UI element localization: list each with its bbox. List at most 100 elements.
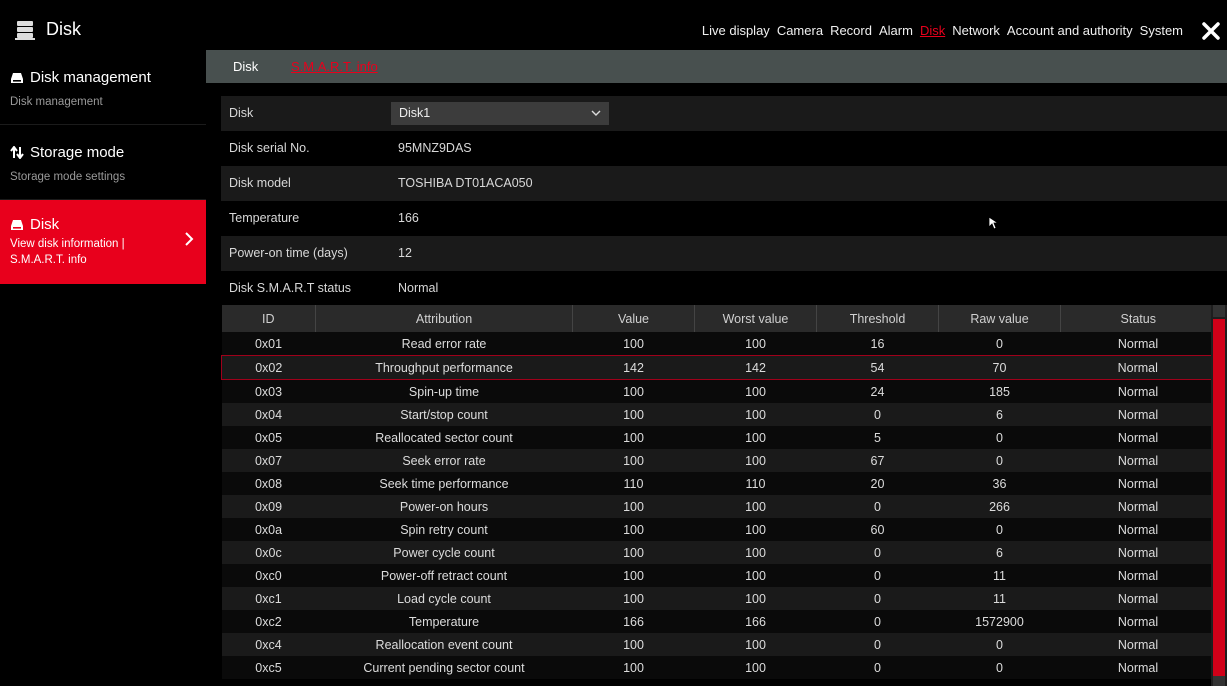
tab-smart-info[interactable]: S.M.A.R.T. info — [291, 59, 378, 74]
table-row[interactable]: 0x04 Start/stop count 100 100 0 6 Normal — [221, 403, 1215, 426]
table-cell: 0xc4 — [221, 633, 316, 656]
smart-table: ID Attribution Value Worst value Thresho… — [221, 305, 1215, 679]
smart-status-value: Normal — [398, 281, 439, 295]
table-cell: 100 — [694, 495, 817, 518]
scroll-up-arrow-icon[interactable] — [1213, 305, 1225, 317]
table-cell: 0x07 — [221, 449, 316, 472]
table-cell: Load cycle count — [315, 587, 573, 610]
column-header[interactable]: Worst value — [694, 305, 817, 332]
column-header[interactable]: ID — [221, 305, 316, 332]
table-cell: 100 — [572, 656, 695, 679]
table-header-row: ID Attribution Value Worst value Thresho… — [221, 305, 1215, 332]
nav-system[interactable]: System — [1140, 23, 1183, 38]
smart-table-container: ID Attribution Value Worst value Thresho… — [221, 305, 1215, 686]
column-header[interactable]: Attribution — [315, 305, 573, 332]
table-cell: Normal — [1060, 518, 1215, 541]
table-cell: Normal — [1060, 610, 1215, 633]
table-cell: Reallocation event count — [315, 633, 573, 656]
table-row[interactable]: 0x0a Spin retry count 100 100 60 0 Normal — [221, 518, 1215, 541]
table-cell: 0 — [938, 518, 1061, 541]
table-cell: 266 — [938, 495, 1061, 518]
table-cell: Normal — [1060, 587, 1215, 610]
sidebar-item-sublabel: View disk information | S.M.A.R.T. info — [10, 238, 125, 266]
table-cell: Normal — [1060, 426, 1215, 449]
table-cell: 0x04 — [221, 403, 316, 426]
table-cell: 142 — [572, 355, 695, 380]
table-row[interactable]: 0x07 Seek error rate 100 100 67 0 Normal — [221, 449, 1215, 472]
table-row[interactable]: 0xc0 Power-off retract count 100 100 0 11 Norm… — [221, 564, 1215, 587]
table-cell: 100 — [572, 426, 695, 449]
table-cell: Reallocated sector count — [315, 426, 573, 449]
table-row[interactable]: 0x01 Read error rate 100 100 16 0 Normal — [221, 332, 1215, 356]
disk-select[interactable]: Disk1 — [391, 102, 609, 125]
tab-disk[interactable]: Disk — [233, 59, 258, 74]
table-cell: Seek error rate — [315, 449, 573, 472]
temperature-label: Temperature — [229, 211, 300, 225]
info-row-disk: Disk Disk1 — [221, 96, 1227, 131]
table-cell: Normal — [1060, 403, 1215, 426]
sidebar-item-label: Storage mode — [30, 144, 125, 161]
table-cell: 0 — [938, 449, 1061, 472]
info-row-power-on: Power-on time (days) 12 — [221, 236, 1227, 271]
nav-live-display[interactable]: Live display — [702, 23, 770, 38]
smart-status-label: Disk S.M.A.R.T status — [229, 281, 352, 295]
nav-camera[interactable]: Camera — [777, 23, 823, 38]
table-cell: 5 — [816, 426, 939, 449]
model-label: Disk model — [229, 176, 291, 190]
table-cell: 0x09 — [221, 495, 316, 518]
table-cell: 1572900 — [938, 610, 1061, 633]
sidebar-item-storage-mode[interactable]: Storage mode Storage mode settings — [0, 125, 206, 200]
table-cell: Temperature — [315, 610, 573, 633]
table-row[interactable]: 0x0c Power cycle count 100 100 0 6 Normal — [221, 541, 1215, 564]
table-cell: 0 — [816, 564, 939, 587]
column-header[interactable]: Status — [1060, 305, 1215, 332]
table-row[interactable]: 0x03 Spin-up time 100 100 24 185 Normal — [221, 379, 1215, 403]
table-cell: 100 — [694, 426, 817, 449]
table-row[interactable]: 0x08 Seek time performance 110 110 20 36 Norma… — [221, 472, 1215, 495]
table-cell: 100 — [694, 564, 817, 587]
table-cell: Seek time performance — [315, 472, 573, 495]
sidebar-item-label: Disk management — [30, 69, 151, 86]
table-row[interactable]: 0x02 Throughput performance 142 142 54 70 Norm… — [221, 355, 1215, 380]
table-cell: 100 — [694, 449, 817, 472]
nav-alarm[interactable]: Alarm — [879, 23, 913, 38]
nav-account-authority[interactable]: Account and authority — [1007, 23, 1133, 38]
column-header[interactable]: Threshold — [816, 305, 939, 332]
table-body: 0x01 Read error rate 100 100 16 0 Normal 0x02 Th… — [221, 332, 1215, 679]
scroll-thumb[interactable] — [1213, 319, 1225, 677]
column-header[interactable]: Raw value — [938, 305, 1061, 332]
table-row[interactable]: 0x05 Reallocated sector count 100 100 5 0 Norm… — [221, 426, 1215, 449]
table-row[interactable]: 0x09 Power-on hours 100 100 0 266 Normal — [221, 495, 1215, 518]
table-row[interactable]: 0xc1 Load cycle count 100 100 0 11 Normal — [221, 587, 1215, 610]
table-row[interactable]: 0xc2 Temperature 166 166 0 1572900 Normal — [221, 610, 1215, 633]
table-cell: 70 — [938, 355, 1061, 380]
nav-network[interactable]: Network — [952, 23, 1000, 38]
table-cell: 60 — [816, 518, 939, 541]
table-cell: 0 — [938, 656, 1061, 679]
table-row[interactable]: 0xc4 Reallocation event count 100 100 0 0 Norm… — [221, 633, 1215, 656]
sidebar-item-disk[interactable]: Disk View disk information | S.M.A.R.T. … — [0, 200, 206, 284]
table-cell: 0 — [938, 426, 1061, 449]
table-row[interactable]: 0xc5 Current pending sector count 100 100 0 0… — [221, 656, 1215, 679]
table-cell: 54 — [816, 355, 939, 380]
nav-record[interactable]: Record — [830, 23, 872, 38]
table-cell: 100 — [694, 633, 817, 656]
table-cell: Power-off retract count — [315, 564, 573, 587]
sidebar-item-disk-management[interactable]: Disk management Disk management — [0, 50, 206, 125]
table-scrollbar[interactable] — [1211, 305, 1227, 686]
disk-stack-icon — [15, 21, 35, 40]
table-cell: 100 — [694, 656, 817, 679]
table-cell: 0x02 — [221, 355, 316, 380]
tab-bar: Disk S.M.A.R.T. info — [206, 50, 1227, 83]
table-cell: 0x01 — [221, 332, 316, 356]
sort-arrows-icon — [10, 146, 24, 159]
temperature-value: 166 — [398, 211, 419, 225]
close-icon[interactable] — [1201, 21, 1221, 41]
scroll-down-arrow-icon[interactable] — [1213, 676, 1225, 686]
sidebar-item-label: Disk — [30, 216, 60, 233]
power-on-value: 12 — [398, 246, 412, 260]
column-header[interactable]: Value — [572, 305, 695, 332]
table-cell: Spin retry count — [315, 518, 573, 541]
nav-disk[interactable]: Disk — [920, 23, 945, 38]
top-nav: Live display Camera Record Alarm Disk Ne… — [695, 23, 1183, 38]
